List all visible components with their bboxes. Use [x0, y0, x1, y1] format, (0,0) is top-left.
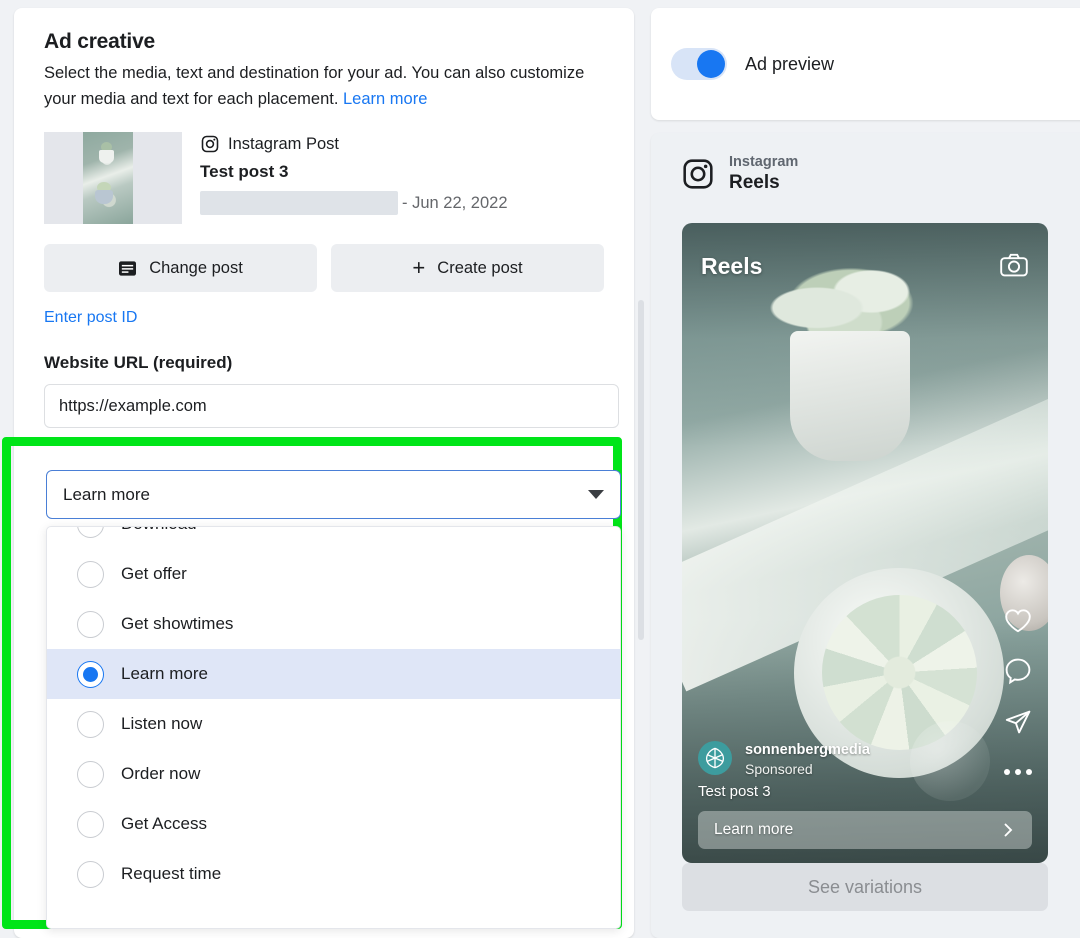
post-name: Test post 3 [200, 162, 289, 182]
reels-label: Reels [701, 253, 763, 279]
ad-creative-card: Ad creative Select the media, text and d… [14, 8, 634, 938]
cta-option-listen-now[interactable]: Listen now [47, 699, 620, 749]
instagram-icon [681, 157, 715, 191]
media-pot-top [790, 331, 910, 461]
cta-option-order-now[interactable]: Order now [47, 749, 620, 799]
comment-icon[interactable] [1004, 657, 1032, 685]
cta-option-label: Request time [121, 864, 222, 883]
radio-icon[interactable] [77, 710, 104, 738]
ad-preview-toggle[interactable] [671, 48, 727, 80]
post-thumbnail[interactable] [44, 132, 182, 225]
description-text: Select the media, text and destination f… [44, 64, 585, 108]
cta-option-label: Learn more [121, 664, 208, 683]
learn-more-link[interactable]: Learn more [343, 90, 427, 108]
website-url-label: Website URL (required) [44, 353, 233, 373]
cta-selected-value: Learn more [63, 484, 150, 504]
avatar [698, 741, 732, 776]
radio-icon[interactable] [77, 760, 104, 788]
toggle-knob [697, 50, 725, 78]
change-post-button[interactable]: Change post [44, 244, 317, 293]
cta-options-list: Download Get offer Get showtimes Learn more… [47, 527, 620, 899]
website-url-input[interactable] [44, 384, 619, 429]
ad-preview-panel: Instagram Reels Reels sonnenbergmedia Sp… [651, 133, 1080, 938]
page-description: Select the media, text and destination f… [44, 61, 604, 112]
post-date: - Jun 22, 2022 [402, 193, 508, 212]
post-caption: Test post 3 [698, 783, 771, 800]
radio-icon[interactable] [77, 527, 104, 538]
camera-icon[interactable] [1000, 253, 1028, 277]
enter-post-id-link[interactable]: Enter post ID [44, 309, 137, 327]
cta-option-label: Order now [121, 764, 201, 783]
post-actions: Change post + Create post [44, 244, 604, 293]
instagram-icon [200, 134, 220, 154]
radio-icon[interactable] [77, 610, 104, 638]
page-title: Ad creative [44, 30, 156, 53]
cta-option-download[interactable]: Download [47, 527, 620, 549]
cta-option-label: Download [121, 527, 197, 534]
cta-options-dropdown[interactable]: Download Get offer Get showtimes Learn more… [46, 526, 621, 929]
ad-preview-label: Ad preview [745, 53, 835, 74]
reels-footer: sonnenbergmedia Sponsored Test post 3 Le… [698, 741, 1032, 849]
heart-icon[interactable] [1004, 608, 1032, 634]
preview-platform: Instagram [729, 154, 799, 170]
cta-option-get-access[interactable]: Get Access [47, 799, 620, 849]
create-post-label: Create post [437, 258, 523, 277]
ad-preview-header: Ad preview Share [651, 8, 1080, 120]
cta-select-button[interactable]: Learn more [46, 470, 621, 519]
radio-dot [83, 666, 98, 682]
selected-post-row: Instagram Post Test post 3 - Jun 22, 202… [44, 132, 604, 225]
reels-preview-frame: Reels sonnenbergmedia Sponsored Test pos… [682, 223, 1048, 863]
cta-option-learn-more[interactable]: Learn more [47, 649, 620, 699]
cta-option-get-showtimes[interactable]: Get showtimes [47, 599, 620, 649]
radio-icon[interactable] [77, 860, 104, 888]
preview-placement-header: Instagram Reels [651, 133, 1080, 195]
radio-selected-icon[interactable] [77, 660, 104, 688]
see-variations-button[interactable]: See variations [682, 863, 1048, 911]
cta-option-label: Get Access [121, 814, 207, 833]
cta-option-request-time[interactable]: Request time [47, 849, 620, 899]
chevron-down-icon [588, 490, 604, 499]
post-metadata: Instagram Post Test post 3 - Jun 22, 202… [200, 132, 508, 224]
cta-option-label: Get showtimes [121, 614, 234, 633]
post-list-icon [118, 260, 137, 277]
create-post-button[interactable]: + Create post [331, 244, 604, 293]
thumbnail-pot-top [99, 150, 114, 164]
chevron-right-icon [1000, 822, 1016, 838]
thumbnail-pot-bottom [95, 190, 113, 205]
plus-icon: + [412, 255, 426, 281]
radio-icon[interactable] [77, 810, 104, 838]
cta-option-label: Get offer [121, 564, 187, 583]
post-type-label: Instagram Post [228, 134, 339, 153]
redacted-account-name [200, 191, 398, 216]
change-post-label: Change post [149, 258, 243, 277]
sponsored-label: Sponsored [745, 761, 813, 778]
send-icon[interactable] [1004, 708, 1032, 736]
preview-cta-label: Learn more [714, 821, 794, 838]
cta-option-get-offer[interactable]: Get offer [47, 549, 620, 599]
screen-root: Ad creative Select the media, text and d… [0, 0, 1080, 938]
account-name: sonnenbergmedia [745, 742, 870, 759]
thumbnail-image [83, 132, 133, 225]
cta-option-label: Listen now [121, 714, 203, 733]
preview-placement: Reels [729, 172, 780, 194]
scrollbar-thumb[interactable] [638, 300, 644, 640]
preview-cta-bar[interactable]: Learn more [698, 811, 1032, 849]
radio-icon[interactable] [77, 560, 104, 588]
